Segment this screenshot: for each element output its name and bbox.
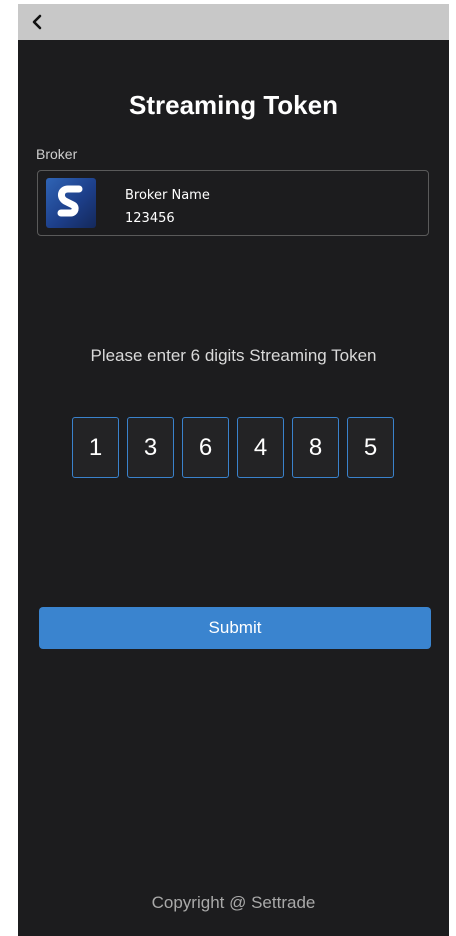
broker-id: 123456 bbox=[125, 211, 175, 226]
token-digit-6[interactable]: 5 bbox=[347, 417, 394, 478]
token-digit-4[interactable]: 4 bbox=[237, 417, 284, 478]
copyright-text: Copyright @ Settrade bbox=[151, 893, 316, 912]
token-digit-3[interactable]: 6 bbox=[182, 417, 229, 478]
token-digit-5[interactable]: 8 bbox=[292, 417, 339, 478]
back-button[interactable] bbox=[24, 8, 52, 36]
app-screen: Streaming Token Broker Broker Name 12345… bbox=[18, 4, 449, 936]
broker-logo bbox=[46, 178, 96, 228]
broker-name: Broker Name bbox=[125, 188, 210, 203]
chevron-left-icon bbox=[32, 14, 42, 30]
broker-section-label: Broker bbox=[36, 146, 78, 162]
token-prompt: Please enter 6 digits Streaming Token bbox=[90, 346, 377, 365]
token-digit-1[interactable]: 1 bbox=[72, 417, 119, 478]
submit-button[interactable]: Submit bbox=[39, 607, 431, 649]
token-digit-2[interactable]: 3 bbox=[127, 417, 174, 478]
top-bar bbox=[18, 4, 449, 40]
settrade-logo-icon bbox=[57, 185, 83, 217]
broker-card[interactable]: Broker Name 123456 bbox=[37, 170, 429, 236]
page-title: Streaming Token bbox=[128, 90, 338, 120]
